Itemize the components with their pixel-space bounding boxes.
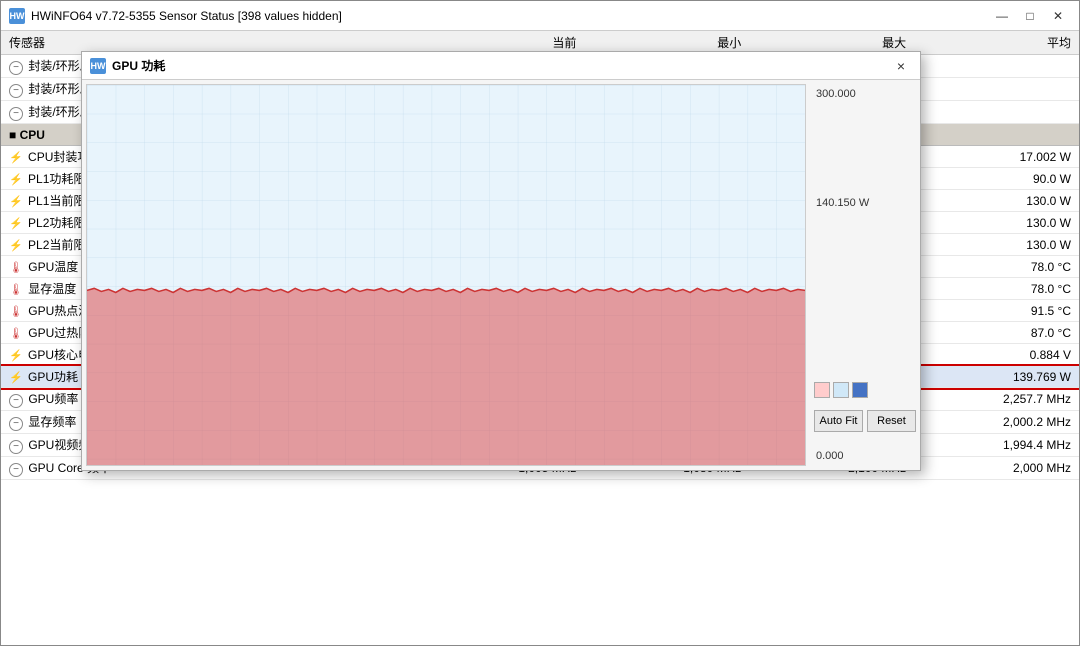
- color-box-blue[interactable]: [852, 382, 868, 398]
- dialog-right-panel: 300.000 140.150 W Auto Fit Reset 0.000: [810, 80, 920, 470]
- avg-val: 2,257.7 MHz: [914, 388, 1079, 411]
- sensor-table-area: 传感器 当前 最小 最大 平均 − 封装/环形总线过热降频 否 否 是: [1, 31, 1079, 645]
- lightning-icon: ⚡: [9, 372, 23, 384]
- color-box-pink[interactable]: [814, 382, 830, 398]
- dialog-body: 300.000 140.150 W Auto Fit Reset 0.000: [82, 80, 920, 470]
- lightning-icon: ⚡: [9, 350, 23, 362]
- dialog-action-buttons: Auto Fit Reset: [814, 410, 916, 432]
- minimize-button[interactable]: —: [989, 6, 1015, 26]
- dialog-close-button[interactable]: ×: [890, 56, 912, 76]
- minus-icon: −: [9, 394, 23, 408]
- main-window: HW HWiNFO64 v7.72-5355 Sensor Status [39…: [0, 0, 1080, 646]
- lightning-icon: ⚡: [9, 196, 23, 208]
- avg-val: 2,000.2 MHz: [914, 411, 1079, 434]
- window-title: HWiNFO64 v7.72-5355 Sensor Status [398 v…: [31, 9, 989, 23]
- avg-val: 130.0 W: [914, 212, 1079, 234]
- app-icon: HW: [9, 8, 25, 24]
- minus-icon: −: [9, 61, 23, 75]
- avg-val: 0.884 V: [914, 344, 1079, 366]
- power-chart: [87, 85, 805, 465]
- temp-icon: 🌡: [9, 306, 23, 318]
- minus-icon: −: [9, 417, 23, 431]
- minus-icon: −: [9, 84, 23, 98]
- minus-icon: −: [9, 107, 23, 121]
- gpu-power-dialog: HW GPU 功耗 ×: [81, 51, 921, 471]
- minus-icon: −: [9, 463, 23, 477]
- temp-icon: 🌡: [9, 262, 23, 274]
- y-axis-mid-label: 140.150 W: [814, 195, 916, 284]
- avg-val: 2,000 MHz: [914, 457, 1079, 480]
- window-controls: — □ ✕: [989, 6, 1071, 26]
- avg-val: [914, 78, 1079, 101]
- dialog-app-icon: HW: [90, 58, 106, 74]
- lightning-icon: ⚡: [9, 174, 23, 186]
- color-selector: [814, 382, 916, 398]
- avg-val: 90.0 W: [914, 168, 1079, 190]
- avg-val: [914, 55, 1079, 78]
- lightning-icon: ⚡: [9, 152, 23, 164]
- avg-val: 1,994.4 MHz: [914, 434, 1079, 457]
- avg-val: 91.5 °C: [914, 300, 1079, 322]
- reset-button[interactable]: Reset: [867, 410, 916, 432]
- y-axis-top-label: 300.000: [814, 86, 916, 102]
- avg-val: 87.0 °C: [914, 322, 1079, 344]
- avg-val: 139.769 W: [914, 366, 1079, 388]
- avg-val: 78.0 °C: [914, 278, 1079, 300]
- y-axis-bottom-label: 0.000: [814, 448, 916, 464]
- col-avg: 平均: [914, 31, 1079, 55]
- title-bar: HW HWiNFO64 v7.72-5355 Sensor Status [39…: [1, 1, 1079, 31]
- minus-icon: −: [9, 440, 23, 454]
- avg-val: 130.0 W: [914, 234, 1079, 256]
- avg-val: [914, 101, 1079, 124]
- lightning-icon: ⚡: [9, 218, 23, 230]
- temp-icon: 🌡: [9, 284, 23, 296]
- avg-val: 78.0 °C: [914, 256, 1079, 278]
- chart-area: [86, 84, 806, 466]
- lightning-icon: ⚡: [9, 240, 23, 252]
- close-button[interactable]: ✕: [1045, 6, 1071, 26]
- temp-icon: 🌡: [9, 328, 23, 340]
- color-box-lightblue[interactable]: [833, 382, 849, 398]
- dialog-title: GPU 功耗: [112, 57, 890, 74]
- auto-fit-button[interactable]: Auto Fit: [814, 410, 863, 432]
- avg-val: 130.0 W: [914, 190, 1079, 212]
- maximize-button[interactable]: □: [1017, 6, 1043, 26]
- avg-val: 17.002 W: [914, 146, 1079, 168]
- dialog-title-bar: HW GPU 功耗 ×: [82, 52, 920, 80]
